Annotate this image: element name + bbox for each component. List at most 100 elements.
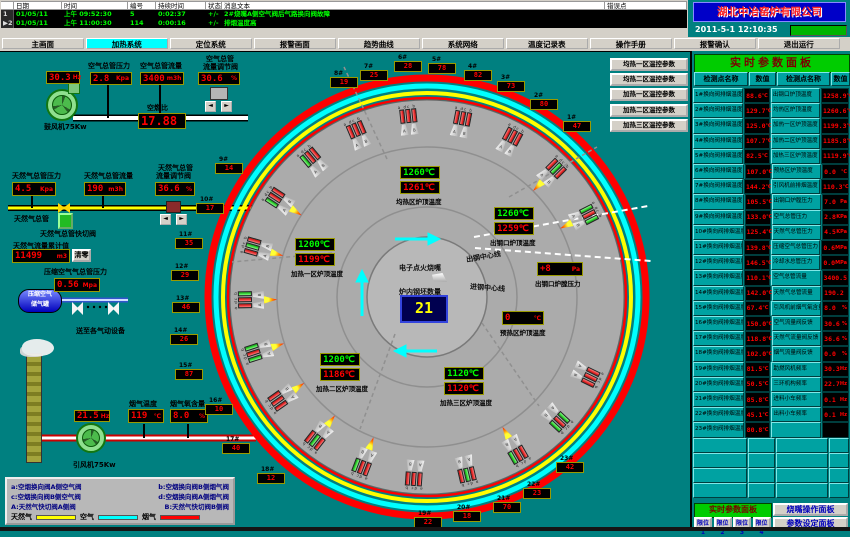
clear-total-button[interactable]: 清零: [72, 249, 91, 262]
zone-param-button-4[interactable]: 加热二区温控参数: [610, 104, 688, 117]
tab-2[interactable]: 加热系统: [86, 38, 169, 49]
param-value: 150.0℃: [745, 316, 771, 331]
burner-valve-bars: [399, 108, 417, 124]
alarm-cell: 排烟温度高: [222, 19, 605, 28]
reversing-valve-number: 19#: [418, 510, 431, 517]
tab-6[interactable]: 系统网络: [422, 38, 505, 49]
tank-label-2: 储气罐: [19, 300, 61, 310]
tab-8[interactable]: 操作手册: [590, 38, 673, 49]
tab-3[interactable]: 定位系统: [170, 38, 253, 49]
mimic-label: 天然气总管: [14, 214, 49, 224]
param-value: 1260.6℃: [821, 103, 849, 118]
burner-valve-bars: [405, 471, 423, 486]
zone-param-button-5[interactable]: 加热三区温控参数: [610, 119, 688, 132]
param-value: 3400.5: [822, 270, 849, 285]
panel-row: 5#换向阀排烟温度82.5℃加热三区炉顶温度1119.9℃: [693, 149, 850, 164]
tab-4[interactable]: 报警画面: [254, 38, 337, 49]
param-value: 67.4℃: [745, 301, 771, 316]
legend-colors-row: 天然气空气烟气: [11, 511, 229, 523]
burner-cones: AB: [253, 291, 264, 309]
gas-main-flow-display: 190m3h: [84, 182, 126, 196]
reversing-valve-indicator: 26: [170, 334, 198, 345]
gas-control-valve-icon: [166, 201, 181, 213]
reversing-valve-number: 16#: [209, 397, 222, 404]
legend-text: B:天然气快切阀B侧阀: [164, 501, 229, 511]
param-name: 19#换向阀排烟温度: [693, 362, 744, 377]
panel-row: 20#换向阀排烟温度50.5℃三环机构频率22.7Hz: [693, 377, 850, 392]
air-valve-close-button[interactable]: ►: [221, 101, 232, 112]
legend-text: c:空烟换向阀B侧空气阀: [11, 491, 81, 501]
reversing-valve-indicator: 18: [453, 511, 481, 522]
valve-closed-bar: [238, 304, 252, 309]
gas-quick-cut-valve-icon[interactable]: [58, 213, 73, 229]
zone-param-button-2[interactable]: 均热二区温控参数: [610, 73, 688, 86]
mimic-label: 烟气氧含量: [170, 399, 205, 409]
param-name: 13#换向阀排烟温度: [693, 270, 743, 285]
param-value: 0.1Hz: [822, 407, 849, 422]
reversing-valve-number: 17#: [226, 436, 239, 443]
param-value: 4.5KPa: [822, 225, 849, 240]
alarm-cell: 01/05/11: [14, 10, 62, 19]
air-valve-open-button[interactable]: ◄: [205, 101, 216, 112]
tab-7[interactable]: 温度记录表: [506, 38, 589, 49]
param-value: 30.6%: [822, 316, 849, 331]
param-name: 出料小车频率: [771, 407, 821, 422]
chimney: [26, 353, 42, 463]
tab-5[interactable]: 趋势曲线: [338, 38, 421, 49]
param-name: 天然气流量阀反馈: [772, 331, 822, 346]
tab-9[interactable]: 报警确认: [674, 38, 757, 49]
tab-10[interactable]: 退出运行: [758, 38, 841, 49]
panel-row: 9#换向阀排烟温度133.0℃空气总管压力2.8KPa: [693, 210, 850, 225]
blower-frequency-display: 30.3Hz: [46, 71, 80, 84]
burner-group: a dc bAB: [233, 287, 279, 314]
zone-param-button-1[interactable]: 均热一区温控参数: [610, 58, 688, 71]
reversing-valve-number: 10#: [200, 196, 213, 203]
panel-row: 21#换向阀排烟温度85.8℃进料小车频率0.1Hz: [693, 392, 850, 407]
empty-cell: [829, 468, 849, 483]
param-name: 冷却水总管压力: [771, 255, 820, 270]
panel-row: 10#换向阀排烟温度125.4℃天然气总管压力4.5KPa: [693, 225, 850, 240]
mimic-label: 烟气温度: [129, 399, 157, 409]
burner-operation-panel-button[interactable]: 烧嘴操作面板: [773, 503, 848, 516]
param-name: 15#换向阀排烟温度: [693, 301, 744, 316]
zone-param-button-3[interactable]: 加热一区温控参数: [610, 88, 688, 101]
compressed-air-pressure-display: 0.56Mpa: [54, 278, 100, 292]
nav-tab-row: 主画面加热系统定位系统报警画面趋势曲线系统网络温度记录表操作手册报警确认退出运行: [0, 37, 850, 51]
heating-zone-1-label: 加热一区炉顶温度: [291, 268, 343, 278]
legend-color-label: 空气: [80, 512, 94, 522]
air-valve-position-display: 30.6%: [198, 72, 240, 85]
burner-cone-B: B: [459, 126, 469, 138]
preheat-zone-temp-label: 预热区炉顶温度: [500, 327, 546, 337]
param-value: 107.0℃: [745, 164, 771, 179]
gas-valve-open-button[interactable]: ◄: [160, 214, 171, 225]
reversing-valve-indicator: 25: [360, 70, 388, 81]
burner-cones: AB: [449, 124, 469, 138]
empty-cell: [693, 468, 747, 483]
alarm-row[interactable]: ▶201/05/11上午 11:00:301140:00:16+/-排烟温度高: [1, 19, 687, 28]
burner-group: a dc bAB: [400, 444, 429, 492]
valve-closed-bar: [417, 472, 423, 486]
burner-valve-bars: [238, 292, 252, 309]
alarm-col-header: 状态: [206, 1, 222, 10]
param-name: 4#换向阀排烟温度: [693, 134, 743, 149]
panel-empty-row: [693, 483, 850, 498]
burner-cone-B: B: [360, 133, 372, 146]
param-value: 102.0℃: [745, 346, 771, 361]
burner-cone-B: B: [406, 459, 415, 471]
panel-empty-row: [693, 468, 850, 483]
reversing-valve-number: 1#: [567, 114, 576, 121]
panel-row: 18#换向阀排烟温度102.0℃烟气流量阀反馈0.0%: [693, 346, 850, 361]
param-name: 引风机前烟气氧含量: [771, 301, 821, 316]
legend-color-label: 烟气: [142, 512, 156, 522]
legend-color-swatch: [160, 515, 200, 520]
mimic-label: 流量调节阀: [156, 171, 191, 181]
panel-empty-row: [693, 453, 850, 468]
alarm-row[interactable]: 101/05/11上午 09:52:3050:02:37+/-2#烧嘴A侧空气阀…: [1, 10, 687, 19]
tab-1[interactable]: 主画面: [2, 38, 85, 49]
panel-row: 6#换向阀排烟温度107.0℃预热区炉顶温度0.0℃: [693, 164, 850, 179]
legend-row: a:空烟换向阀A侧空气阀b:空烟换向阀B侧烟气阀: [11, 481, 229, 491]
bottom-border-strip: [0, 527, 850, 531]
valve-legend: a:空烟换向阀A侧空气阀b:空烟换向阀B侧烟气阀c:空烟换向阀B侧空气阀d:空烟…: [5, 477, 235, 525]
burner-cone-A: A: [276, 203, 290, 216]
gas-valve-close-button[interactable]: ►: [176, 214, 187, 225]
